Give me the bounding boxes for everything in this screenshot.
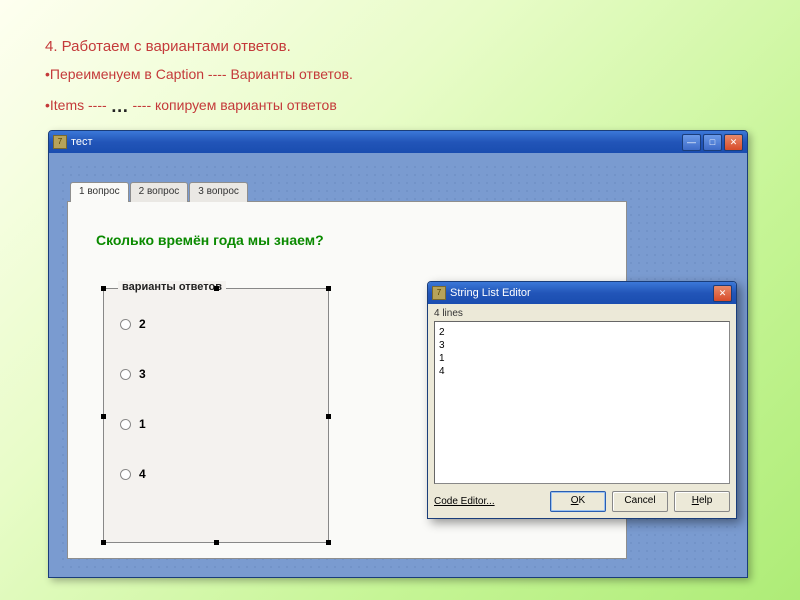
radio-circle — [120, 419, 131, 430]
list-line-3: 1 — [439, 352, 725, 365]
instruction-line-2: •Переименуем в Caption ---- Варианты отв… — [45, 66, 353, 82]
instruction-line-1: 4. Работаем с вариантами ответов. — [45, 38, 291, 55]
question-label: Сколько времён года мы знаем? — [96, 232, 324, 248]
radio-label-4: 4 — [139, 467, 146, 481]
list-textarea[interactable]: 2 3 1 4 — [434, 321, 730, 484]
list-line-2: 3 — [439, 339, 725, 352]
editor-close-button[interactable]: ✕ — [713, 285, 732, 302]
radiogroup[interactable]: варианты ответов 2 3 1 4 — [103, 288, 329, 543]
editor-titlebar[interactable]: 7 String List Editor ✕ — [428, 282, 736, 304]
minimize-button[interactable]: — — [682, 134, 701, 151]
radio-label-3: 1 — [139, 417, 146, 431]
editor-app-icon: 7 — [432, 286, 446, 300]
tab-1[interactable]: 1 вопрос — [70, 182, 129, 202]
handle-tr[interactable] — [326, 286, 331, 291]
radiogroup-caption: варианты ответов — [118, 281, 226, 293]
instruction-line-3: •Items ---- … ---- копируем варианты отв… — [45, 96, 337, 117]
ide-title: тест — [71, 136, 682, 148]
code-editor-link[interactable]: Code Editor... — [434, 496, 495, 507]
handle-tc[interactable] — [214, 286, 219, 291]
cancel-button[interactable]: Cancel — [612, 491, 668, 512]
editor-title: String List Editor — [450, 287, 713, 299]
radio-option-1[interactable]: 2 — [104, 317, 328, 331]
instr3-a: •Items ---- — [45, 97, 111, 113]
handle-br[interactable] — [326, 540, 331, 545]
line-count: 4 lines — [434, 308, 730, 319]
radio-label-1: 2 — [139, 317, 146, 331]
ok-button[interactable]: OK — [550, 491, 606, 512]
string-list-editor: 7 String List Editor ✕ 4 lines 2 3 1 4 C… — [427, 281, 737, 519]
ok-rest: K — [579, 495, 586, 506]
tab-3[interactable]: 3 вопрос — [189, 182, 248, 202]
tab-2[interactable]: 2 вопрос — [130, 182, 189, 202]
radio-label-2: 3 — [139, 367, 146, 381]
list-line-4: 4 — [439, 365, 725, 378]
radio-circle — [120, 319, 131, 330]
close-button[interactable]: ✕ — [724, 134, 743, 151]
instr3-ellipsis: … — [111, 96, 129, 116]
radio-circle — [120, 369, 131, 380]
help-button[interactable]: Help — [674, 491, 730, 512]
radio-option-4[interactable]: 4 — [104, 467, 328, 481]
app-icon: 7 — [53, 135, 67, 149]
handle-tl[interactable] — [101, 286, 106, 291]
radio-circle — [120, 469, 131, 480]
ide-titlebar[interactable]: 7 тест — □ ✕ — [49, 131, 747, 153]
maximize-button[interactable]: □ — [703, 134, 722, 151]
list-line-1: 2 — [439, 326, 725, 339]
radio-option-3[interactable]: 1 — [104, 417, 328, 431]
radio-option-2[interactable]: 3 — [104, 367, 328, 381]
handle-bc[interactable] — [214, 540, 219, 545]
instr3-b: ---- копируем варианты ответов — [129, 97, 337, 113]
handle-bl[interactable] — [101, 540, 106, 545]
